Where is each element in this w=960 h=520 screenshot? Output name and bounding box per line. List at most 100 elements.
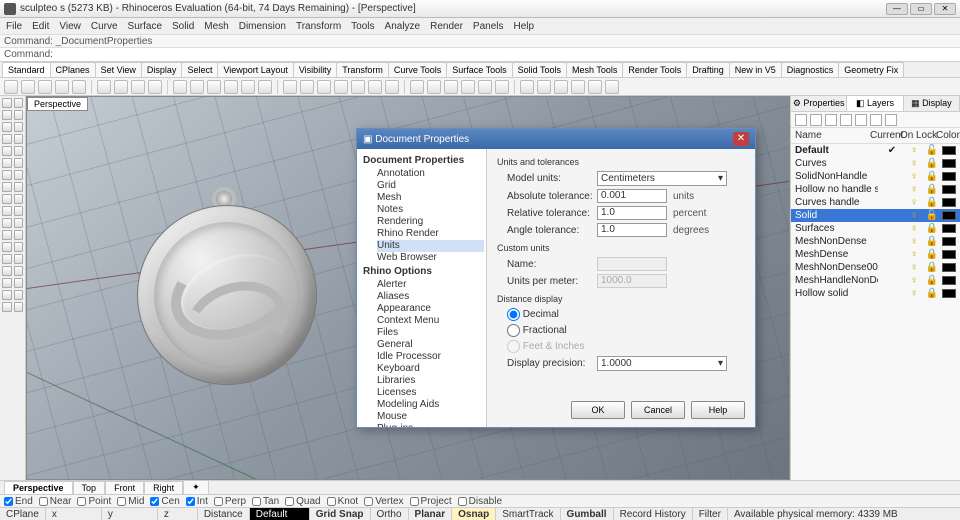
toolbar-btn-18[interactable] [334, 80, 348, 94]
ltool-1-0[interactable] [2, 110, 12, 120]
toolbar-btn-0[interactable] [4, 80, 18, 94]
tree-item-context-menu[interactable]: Context Menu [377, 315, 484, 327]
tab-viewport-layout[interactable]: Viewport Layout [217, 62, 293, 77]
toolbar-btn-22[interactable] [410, 80, 424, 94]
ltool-6-1[interactable] [14, 170, 24, 180]
ltool-0-1[interactable] [14, 98, 24, 108]
display-precision-select[interactable]: 1.0000▾ [597, 356, 727, 371]
ltool-10-0[interactable] [2, 218, 12, 228]
viewport-label[interactable]: Perspective [27, 97, 88, 111]
tree-item-general[interactable]: General [377, 339, 484, 351]
tree-item-libraries[interactable]: Libraries [377, 375, 484, 387]
tab-drafting[interactable]: Drafting [686, 62, 730, 77]
status-ortho[interactable]: Ortho [371, 508, 409, 520]
tab-diagnostics[interactable]: Diagnostics [781, 62, 840, 77]
ltool-15-0[interactable] [2, 278, 12, 288]
toolbar-btn-29[interactable] [537, 80, 551, 94]
tab-solid-tools[interactable]: Solid Tools [512, 62, 567, 77]
tab-display[interactable]: Display [141, 62, 183, 77]
status-cplane[interactable]: CPlane [0, 508, 46, 520]
ltool-2-1[interactable] [14, 122, 24, 132]
toolbar-btn-13[interactable] [241, 80, 255, 94]
tree-item-web-browser[interactable]: Web Browser [377, 252, 484, 264]
ltool-16-1[interactable] [14, 290, 24, 300]
menu-render[interactable]: Render [430, 21, 463, 32]
layer-up-icon[interactable] [825, 114, 837, 126]
ltool-8-0[interactable] [2, 194, 12, 204]
toolbar-btn-26[interactable] [478, 80, 492, 94]
ltool-10-1[interactable] [14, 218, 24, 228]
tree-item-alerter[interactable]: Alerter [377, 279, 484, 291]
tree-item-keyboard[interactable]: Keyboard [377, 363, 484, 375]
tree-item-appearance[interactable]: Appearance [377, 303, 484, 315]
status-filter[interactable]: Filter [693, 508, 728, 520]
toolbar-btn-17[interactable] [317, 80, 331, 94]
menu-analyze[interactable]: Analyze [385, 21, 421, 32]
ltool-14-1[interactable] [14, 266, 24, 276]
ltool-7-1[interactable] [14, 182, 24, 192]
toolbar-btn-11[interactable] [207, 80, 221, 94]
ltool-17-0[interactable] [2, 302, 12, 312]
tab-cplanes[interactable]: CPlanes [50, 62, 96, 77]
menu-edit[interactable]: Edit [32, 21, 49, 32]
menu-curve[interactable]: Curve [91, 21, 118, 32]
ltool-13-1[interactable] [14, 254, 24, 264]
dialog-titlebar[interactable]: ▣ Document Properties ✕ [357, 129, 755, 149]
toolbar-btn-10[interactable] [190, 80, 204, 94]
tree-item-aliases[interactable]: Aliases [377, 291, 484, 303]
panel-tab-properties[interactable]: ⚙ Properties [791, 96, 847, 111]
toolbar-btn-19[interactable] [351, 80, 365, 94]
layer-new-icon[interactable] [795, 114, 807, 126]
toolbar-btn-15[interactable] [283, 80, 297, 94]
toolbar-btn-20[interactable] [368, 80, 382, 94]
tree-item-annotation[interactable]: Annotation [377, 168, 484, 180]
menu-solid[interactable]: Solid [172, 21, 194, 32]
tree-item-units[interactable]: Units [377, 240, 484, 252]
status-smarttrack[interactable]: SmartTrack [496, 508, 560, 520]
osnap-knot[interactable]: Knot [327, 496, 359, 507]
ltool-15-1[interactable] [14, 278, 24, 288]
layer-row[interactable]: Surfaces♀🔒 [791, 222, 960, 235]
command-prompt[interactable]: Command: [0, 48, 960, 62]
abs-tol-input[interactable]: 0.001 [597, 189, 667, 203]
toolbar-btn-31[interactable] [571, 80, 585, 94]
ltool-5-0[interactable] [2, 158, 12, 168]
toolbar-btn-9[interactable] [173, 80, 187, 94]
toolbar-btn-28[interactable] [520, 80, 534, 94]
layer-down-icon[interactable] [840, 114, 852, 126]
tab-set-view[interactable]: Set View [95, 62, 142, 77]
tree-item-rhino-render[interactable]: Rhino Render [377, 228, 484, 240]
osnap-perp[interactable]: Perp [214, 496, 246, 507]
status-layer[interactable]: Default [250, 508, 310, 520]
toolbar-btn-6[interactable] [114, 80, 128, 94]
toolbar-btn-7[interactable] [131, 80, 145, 94]
vtab-perspective[interactable]: Perspective [4, 481, 73, 495]
tab-geometry-fix[interactable]: Geometry Fix [838, 62, 904, 77]
vtab-top[interactable]: Top [73, 481, 106, 495]
toolbar-btn-33[interactable] [605, 80, 619, 94]
ltool-13-0[interactable] [2, 254, 12, 264]
tab-visibility[interactable]: Visibility [293, 62, 337, 77]
help-button[interactable]: Help [691, 401, 745, 419]
ltool-7-0[interactable] [2, 182, 12, 192]
maximize-button[interactable]: ▭ [910, 3, 932, 15]
minimize-button[interactable]: — [886, 3, 908, 15]
status-osnap[interactable]: Osnap [452, 508, 496, 520]
tree-item-licenses[interactable]: Licenses [377, 387, 484, 399]
osnap-project[interactable]: Project [410, 496, 452, 507]
layer-tools-icon[interactable] [870, 114, 882, 126]
menu-tools[interactable]: Tools [351, 21, 374, 32]
ltool-16-0[interactable] [2, 290, 12, 300]
status-planar[interactable]: Planar [409, 508, 453, 520]
tree-item-rendering[interactable]: Rendering [377, 216, 484, 228]
rel-tol-input[interactable]: 1.0 [597, 206, 667, 220]
layer-filter-icon[interactable] [855, 114, 867, 126]
tree-group-docprops[interactable]: Document Properties [363, 155, 484, 166]
vtab-right[interactable]: Right [144, 481, 183, 495]
tab-surface-tools[interactable]: Surface Tools [446, 62, 512, 77]
osnap-cen[interactable]: Cen [150, 496, 179, 507]
tree-item-mouse[interactable]: Mouse [377, 411, 484, 423]
ltool-11-0[interactable] [2, 230, 12, 240]
osnap-end[interactable]: End [4, 496, 33, 507]
layer-row[interactable]: Curves handle♀🔒 [791, 196, 960, 209]
